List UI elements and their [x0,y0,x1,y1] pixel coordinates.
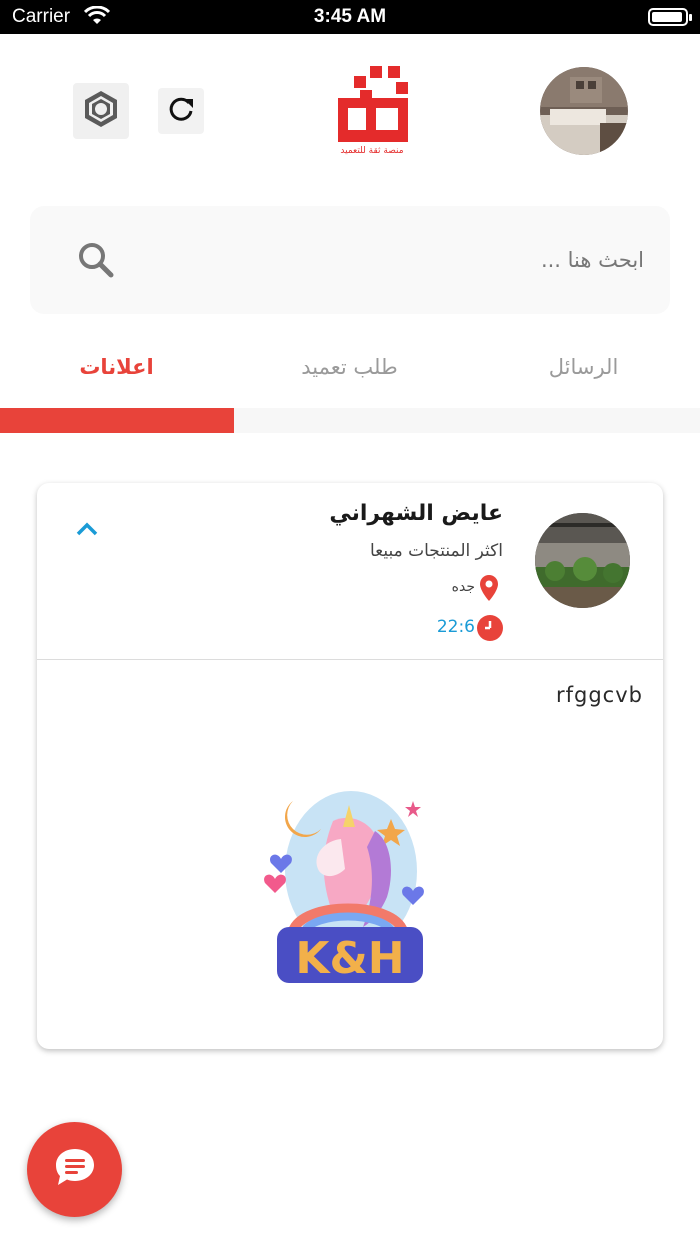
search-icon[interactable] [76,240,116,284]
ad-image-text: K&H [295,933,404,984]
ad-image[interactable]: K&H [263,781,435,991]
tab-ads[interactable]: اعلانات [0,355,233,391]
chat-icon [52,1145,98,1195]
tab-active-indicator [0,408,234,433]
settings-button[interactable] [73,83,129,139]
app-screen: Carrier 3:45 AM منصة ثقة للتعميد ابحث هن… [0,0,700,1244]
refresh-button[interactable] [158,88,204,134]
poster-subtitle: اكثر المنتجات مبيعا [369,541,503,561]
refresh-icon [167,95,195,127]
tab-messages[interactable]: الرسائل [467,355,700,391]
hexagon-nut-icon [81,89,121,133]
poster-name: عايض الشهراني [329,501,503,526]
chat-fab-button[interactable] [27,1122,122,1217]
poster-avatar [535,513,630,608]
search-input[interactable] [174,236,644,284]
app-logo: منصة ثقة للتعميد [330,64,414,160]
search-bar [30,206,670,314]
clock-label: 3:45 AM [313,6,387,27]
chevron-up-icon[interactable] [75,521,99,541]
battery-icon [648,8,692,26]
time-label: 22:6 [436,617,475,637]
tab-approval-request[interactable]: طلب تعميد [233,355,466,391]
card-divider [37,659,663,660]
logo-caption: منصة ثقة للتعميد [340,146,404,156]
location-label: جده [451,579,475,595]
ad-card[interactable]: عايض الشهراني اكثر المنتجات مبيعا جده 22… [37,483,663,1049]
user-avatar[interactable] [540,67,628,155]
location-pin-icon [479,575,499,605]
status-bar: Carrier 3:45 AM [0,0,700,34]
clock-icon [477,615,503,641]
ad-body-text: rfggcvb [556,683,643,707]
